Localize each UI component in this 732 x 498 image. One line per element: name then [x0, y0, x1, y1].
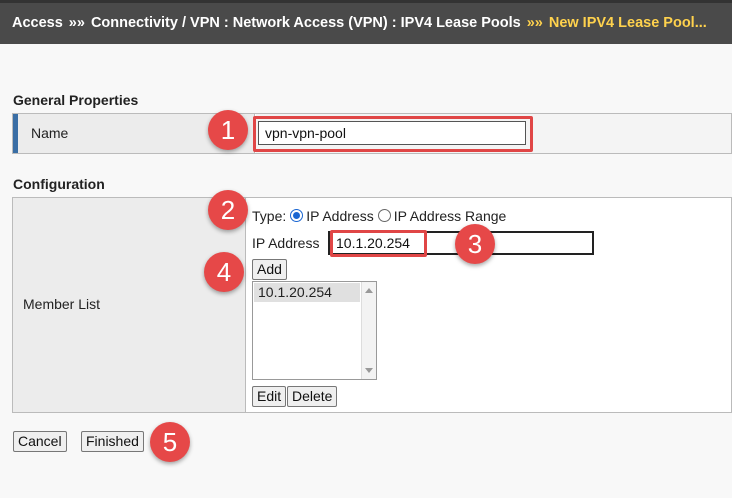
type-label: Type:: [252, 208, 287, 224]
type-ip-address-range-label[interactable]: IP Address Range: [394, 208, 507, 224]
add-button[interactable]: Add: [252, 259, 287, 280]
delete-button[interactable]: Delete: [287, 386, 338, 407]
member-listbox[interactable]: 10.1.20.254: [252, 281, 377, 380]
breadcrumb: Access »» Connectivity / VPN : Network Acc…: [12, 3, 707, 47]
ip-address-label: IP Address: [252, 235, 320, 251]
type-ip-address-range-radio[interactable]: [377, 209, 391, 222]
step-badge-2: 2: [208, 190, 248, 230]
cancel-button[interactable]: Cancel: [13, 431, 67, 452]
step-badge-1: 1: [208, 110, 248, 150]
scroll-up-arrow-icon[interactable]: [365, 288, 373, 293]
breadcrumb-separator: »»: [526, 15, 543, 31]
member-list-label-cell: Member List: [13, 198, 246, 412]
breadcrumb-item-lease-pools[interactable]: Connectivity / VPN : Network Access (VPN…: [91, 15, 521, 31]
type-ip-address-radio[interactable]: [290, 209, 304, 222]
name-highlight: [253, 116, 533, 152]
general-properties-title: General Properties: [13, 92, 139, 108]
type-ip-address-label[interactable]: IP Address: [306, 208, 373, 224]
breadcrumb-separator: »»: [68, 15, 85, 31]
step-badge-4: 4: [204, 252, 244, 292]
step-badge-5: 5: [150, 422, 190, 462]
scroll-down-arrow-icon[interactable]: [365, 368, 373, 373]
member-list-item[interactable]: 10.1.20.254: [254, 283, 360, 302]
ip-address-highlight: [330, 230, 427, 257]
breadcrumb-current: New IPV4 Lease Pool...: [548, 15, 707, 31]
type-row: Type: IP Address IP Address Range: [252, 208, 506, 224]
name-label: Name: [31, 125, 69, 141]
step-badge-3: 3: [455, 224, 495, 264]
edit-button[interactable]: Edit: [252, 386, 287, 407]
member-list-label: Member List: [23, 296, 101, 312]
finished-button[interactable]: Finished: [81, 431, 144, 452]
breadcrumb-bar: Access »» Connectivity / VPN : Network Acc…: [0, 0, 732, 44]
configuration-title: Configuration: [13, 176, 105, 192]
breadcrumb-item-access[interactable]: Access: [12, 15, 63, 31]
listbox-scrollbar[interactable]: [361, 282, 376, 379]
